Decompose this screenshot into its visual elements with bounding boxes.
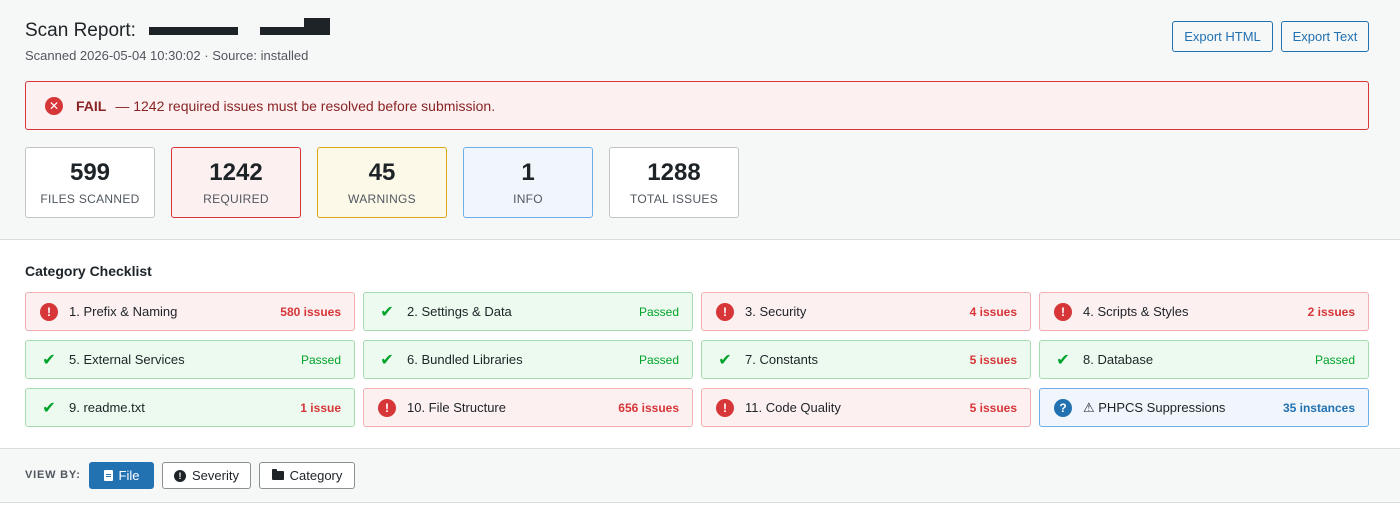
checklist-item-status: 1 issue (300, 400, 341, 415)
checkmark-icon: ✔ (380, 303, 394, 321)
error-circle-icon: ! (40, 302, 58, 321)
view-by-toolbar: VIEW BY: File ! Severity Category (0, 448, 1400, 503)
export-text-button[interactable]: Export Text (1281, 21, 1369, 52)
stat-label: FILES SCANNED (40, 192, 140, 206)
checklist-item-label: 11. Code Quality (745, 400, 841, 415)
checklist-item-label: 1. Prefix & Naming (69, 304, 178, 319)
view-by-severity-label: Severity (192, 468, 239, 483)
checklist-item-status: Passed (1314, 352, 1355, 367)
stat-required: 1242 REQUIRED (171, 147, 301, 218)
scan-meta: Scanned 2026-05-04 10:30:02 · Source: in… (25, 48, 309, 63)
view-by-category-label: Category (289, 468, 343, 483)
checkmark-icon: ✔ (1056, 351, 1070, 369)
checklist-item-status: Passed (638, 352, 679, 367)
export-html-button[interactable]: Export HTML (1172, 21, 1273, 52)
page-title-text: Scan Report: (25, 20, 136, 41)
checklist-item-bundled-libraries[interactable]: ✔ 6. Bundled Libraries Passed (363, 340, 693, 379)
alert-message: — 1242 required issues must be resolved … (115, 97, 496, 114)
error-circle-icon: ! (1054, 302, 1072, 321)
view-by-severity-button[interactable]: ! Severity (162, 462, 251, 489)
checklist-item-status: 4 issues (969, 304, 1017, 319)
checklist-item-label: 10. File Structure (407, 400, 506, 415)
stat-total-issues: 1288 TOTAL ISSUES (609, 147, 739, 218)
checklist-item-label: 4. Scripts & Styles (1083, 304, 1189, 319)
checklist-item-status: 580 issues (280, 304, 341, 319)
file-icon (103, 470, 113, 481)
stat-value: 599 (69, 159, 111, 186)
checklist-item-label: 2. Settings & Data (407, 304, 512, 319)
error-circle-icon: ! (716, 302, 734, 321)
checklist-item-status: 656 issues (618, 400, 679, 415)
checkmark-icon: ✔ (42, 399, 56, 417)
checklist-item-label: 6. Bundled Libraries (407, 352, 523, 367)
view-by-label: VIEW BY: (25, 469, 81, 481)
alert-status: FAIL (76, 97, 107, 114)
checklist-item-status: 5 issues (969, 400, 1017, 415)
checklist-item-scripts-styles[interactable]: ! 4. Scripts & Styles 2 issues (1039, 292, 1369, 331)
stat-label: TOTAL ISSUES (629, 192, 719, 206)
report-header-panel: Scan Report: Scanned 2026-05-04 10:30:02… (0, 0, 1400, 240)
stats-row: 599 FILES SCANNED 1242 REQUIRED 45 WARNI… (25, 147, 739, 218)
exclamation-circle-icon: ! (174, 469, 187, 482)
checklist-item-label: 7. Constants (745, 352, 818, 367)
error-circle-icon: ✕ (45, 96, 63, 115)
checklist-item-database[interactable]: ✔ 8. Database Passed (1039, 340, 1369, 379)
stat-value: 45 (368, 159, 396, 186)
error-circle-icon: ! (716, 398, 734, 417)
checkmark-icon: ✔ (380, 351, 394, 369)
checklist-item-status: 2 issues (1307, 304, 1355, 319)
page-title: Scan Report: (25, 18, 330, 42)
checklist-item-code-quality[interactable]: ! 11. Code Quality 5 issues (701, 388, 1031, 427)
redacted-plugin-name (148, 18, 330, 35)
checklist-item-status: Passed (300, 352, 341, 367)
category-checklist-title: Category Checklist (25, 263, 152, 279)
stat-label: INFO (513, 192, 543, 206)
checklist-item-security[interactable]: ! 3. Security 4 issues (701, 292, 1031, 331)
stat-value: 1242 (209, 159, 263, 186)
stat-files-scanned: 599 FILES SCANNED (25, 147, 155, 218)
view-by-file-label: File (118, 468, 140, 483)
checkmark-icon: ✔ (718, 351, 732, 369)
checklist-item-file-structure[interactable]: ! 10. File Structure 656 issues (363, 388, 693, 427)
checkmark-icon: ✔ (42, 351, 56, 369)
checklist-item-label: ⚠ PHPCS Suppressions (1083, 399, 1226, 415)
checklist-item-constants[interactable]: ✔ 7. Constants 5 issues (701, 340, 1031, 379)
stat-label: REQUIRED (203, 192, 269, 206)
checklist-item-prefix-naming[interactable]: ! 1. Prefix & Naming 580 issues (25, 292, 355, 331)
checklist-item-label: 5. External Services (69, 352, 185, 367)
checklist-item-status: Passed (638, 304, 679, 319)
category-checklist: ! 1. Prefix & Naming 580 issues ✔ 2. Set… (25, 292, 1370, 427)
view-by-category-button[interactable]: Category (259, 462, 355, 489)
checklist-item-label: 8. Database (1083, 352, 1154, 367)
folder-icon (271, 469, 284, 480)
stat-warnings: 45 WARNINGS (317, 147, 447, 218)
stat-value: 1288 (647, 159, 701, 186)
stat-label: WARNINGS (348, 192, 416, 206)
stat-info: 1 INFO (463, 147, 593, 218)
fail-alert: ✕ FAIL — 1242 required issues must be re… (25, 81, 1369, 130)
view-by-file-button[interactable]: File (89, 462, 154, 489)
checklist-item-settings-data[interactable]: ✔ 2. Settings & Data Passed (363, 292, 693, 331)
checklist-item-status: 35 instances (1282, 400, 1355, 415)
checklist-item-phpcs-suppressions[interactable]: ? ⚠ PHPCS Suppressions 35 instances (1039, 388, 1369, 427)
checklist-item-label: 3. Security (745, 304, 807, 319)
checklist-item-external-services[interactable]: ✔ 5. External Services Passed (25, 340, 355, 379)
checklist-item-readme[interactable]: ✔ 9. readme.txt 1 issue (25, 388, 355, 427)
error-circle-icon: ! (378, 398, 396, 417)
question-circle-icon: ? (1054, 398, 1072, 417)
stat-value: 1 (521, 159, 535, 186)
checklist-item-status: 5 issues (969, 352, 1017, 367)
checklist-item-label: 9. readme.txt (69, 400, 145, 415)
